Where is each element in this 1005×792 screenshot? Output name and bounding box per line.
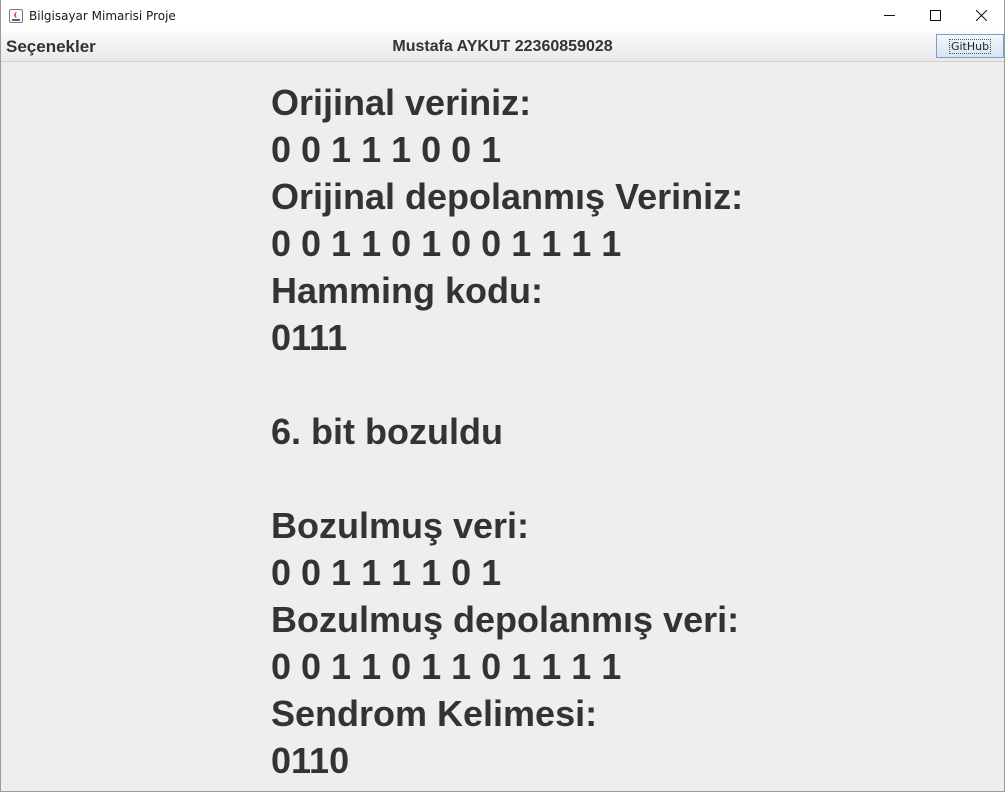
result-panel: Orijinal veriniz: 0 0 1 1 1 0 0 1 Orijin… — [271, 79, 743, 784]
github-button[interactable]: GitHub — [936, 34, 1004, 58]
corrupted-stored-bits: 0 0 1 1 0 1 1 0 1 1 1 1 — [271, 646, 622, 687]
original-data-label: Orijinal veriniz: — [271, 82, 532, 123]
syndrome-word-value: 0110 — [271, 740, 350, 781]
close-icon — [975, 10, 987, 21]
corrupted-data-label: Bozulmuş veri: — [271, 505, 530, 546]
original-data-bits: 0 0 1 1 1 0 0 1 — [271, 129, 502, 170]
maximize-icon — [929, 10, 941, 21]
corrupted-stored-label: Bozulmuş depolanmış veri: — [271, 599, 740, 640]
window-controls — [866, 0, 1004, 31]
close-button[interactable] — [958, 0, 1004, 31]
app-window: Bilgisayar Mimarisi Proje Seçenekler Mus… — [0, 0, 1005, 792]
hamming-code-value: 0111 — [271, 317, 348, 358]
java-app-icon — [9, 8, 23, 23]
hamming-code-label: Hamming kodu: — [271, 270, 544, 311]
author-label: Mustafa AYKUT 22360859028 — [392, 38, 613, 55]
menu-bar: Seçenekler Mustafa AYKUT 22360859028 Git… — [1, 31, 1004, 62]
corrupted-data-bits: 0 0 1 1 1 1 0 1 — [271, 552, 502, 593]
original-stored-bits: 0 0 1 1 0 1 0 0 1 1 1 1 — [271, 223, 622, 264]
window-title: Bilgisayar Mimarisi Proje — [29, 8, 176, 23]
github-button-label: GitHub — [948, 38, 992, 54]
title-bar[interactable]: Bilgisayar Mimarisi Proje — [1, 0, 1004, 31]
minimize-icon — [883, 15, 895, 16]
options-menu[interactable]: Seçenekler — [6, 36, 96, 57]
maximize-button[interactable] — [912, 0, 958, 31]
minimize-button[interactable] — [866, 0, 912, 31]
corrupted-bit-message: 6. bit bozuldu — [271, 411, 503, 452]
syndrome-word-label: Sendrom Kelimesi: — [271, 693, 598, 734]
original-stored-label: Orijinal depolanmış Veriniz: — [271, 176, 744, 217]
